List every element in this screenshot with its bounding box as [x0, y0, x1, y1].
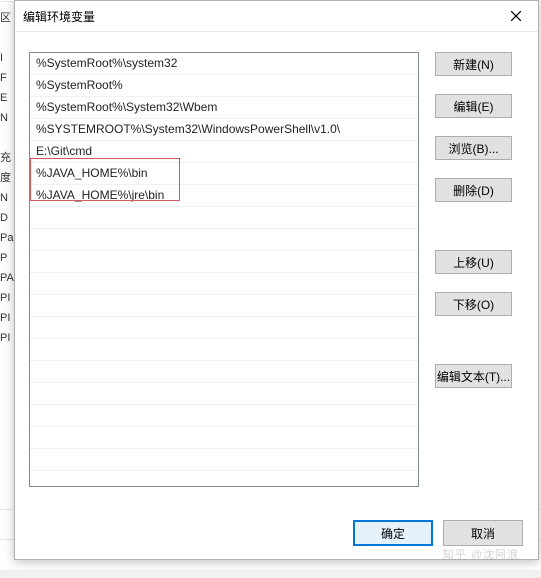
delete-button[interactable]: 删除(D) [435, 178, 512, 202]
path-list-item[interactable]: %SYSTEMROOT%\System32\WindowsPowerShell\… [30, 119, 418, 141]
path-listbox[interactable]: %SystemRoot%\system32%SystemRoot%%System… [29, 52, 419, 487]
move-up-button[interactable]: 上移(U) [435, 250, 512, 274]
close-button[interactable] [493, 1, 538, 31]
path-list-empty-row [30, 471, 418, 487]
path-list-empty-row [30, 295, 418, 317]
close-icon [511, 11, 521, 21]
path-list-empty-row [30, 207, 418, 229]
path-list-empty-row [30, 383, 418, 405]
side-buttons: 新建(N) 编辑(E) 浏览(B)... 删除(D) 上移(U) 下移(O) 编… [435, 52, 523, 406]
path-list-empty-row [30, 229, 418, 251]
path-list-item[interactable]: %SystemRoot%\System32\Wbem [30, 97, 418, 119]
path-list-item[interactable]: %SystemRoot%\system32 [30, 53, 418, 75]
edit-text-button[interactable]: 编辑文本(T)... [435, 364, 512, 388]
path-list-empty-row [30, 361, 418, 383]
path-list-empty-row [30, 251, 418, 273]
ok-button[interactable]: 确定 [353, 520, 433, 546]
path-list-empty-row [30, 427, 418, 449]
parent-window-fragment-text: 区 I F E N 充 度 N D Pa P PA PI PI PI [0, 0, 14, 578]
dialog-content: %SystemRoot%\system32%SystemRoot%%System… [15, 32, 538, 560]
path-list-item[interactable]: %JAVA_HOME%\bin [30, 163, 418, 185]
titlebar: 编辑环境变量 [15, 1, 538, 32]
new-button[interactable]: 新建(N) [435, 52, 512, 76]
edit-env-var-dialog: 编辑环境变量 %SystemRoot%\system32%SystemRoot%… [14, 0, 539, 560]
dialog-title: 编辑环境变量 [23, 8, 95, 25]
path-list-empty-row [30, 317, 418, 339]
move-down-button[interactable]: 下移(O) [435, 292, 512, 316]
path-list-empty-row [30, 449, 418, 471]
cancel-button[interactable]: 取消 [443, 520, 523, 546]
path-list-empty-row [30, 339, 418, 361]
path-list-empty-row [30, 273, 418, 295]
browse-button[interactable]: 浏览(B)... [435, 136, 512, 160]
path-list-empty-row [30, 405, 418, 427]
path-list-item[interactable]: E:\Git\cmd [30, 141, 418, 163]
edit-button[interactable]: 编辑(E) [435, 94, 512, 118]
dialog-footer: 确定 取消 [353, 520, 523, 546]
path-list-item[interactable]: %SystemRoot% [30, 75, 418, 97]
path-list-item[interactable]: %JAVA_HOME%\jre\bin [30, 185, 418, 207]
